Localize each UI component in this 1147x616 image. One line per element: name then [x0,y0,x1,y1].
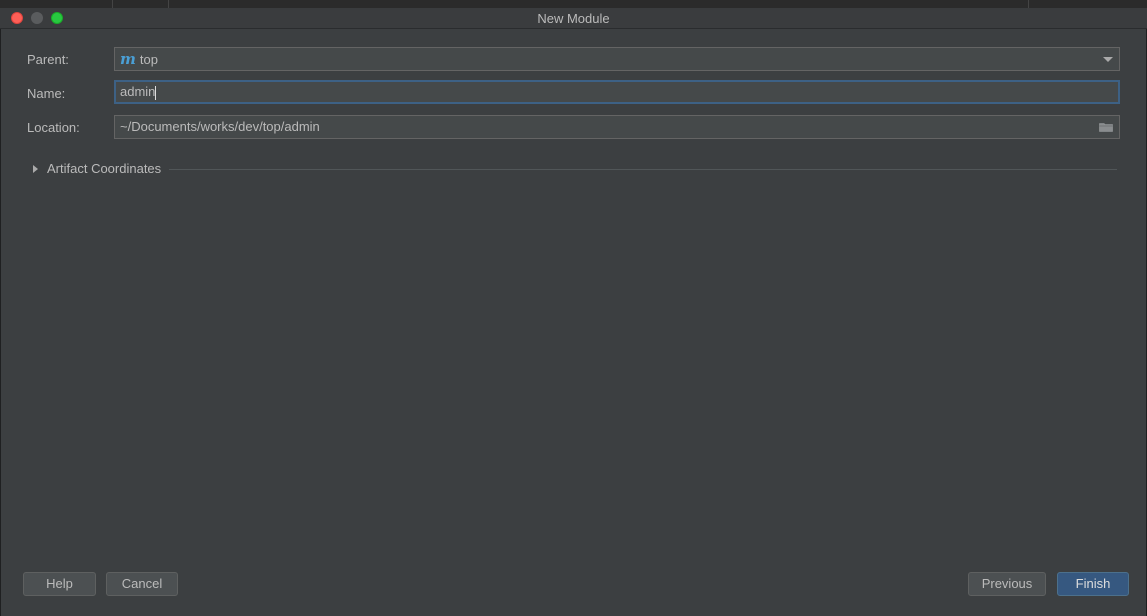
previous-button[interactable]: Previous [968,572,1046,596]
chevron-right-icon[interactable] [33,165,38,173]
finish-button[interactable]: Finish [1057,572,1129,596]
cancel-button[interactable]: Cancel [106,572,178,596]
artifact-coordinates-label[interactable]: Artifact Coordinates [47,161,161,176]
folder-icon[interactable] [1099,122,1113,132]
location-input[interactable]: ~/Documents/works/dev/top/admin [114,115,1120,139]
name-value: admin [120,84,156,99]
background-ide-strip [0,0,1147,8]
name-input[interactable]: admin [114,80,1120,104]
m-module-icon: m [120,50,136,68]
location-value: ~/Documents/works/dev/top/admin [120,119,320,134]
section-divider [169,169,1117,170]
title-bar: New Module [0,8,1147,29]
parent-value: top [139,52,158,67]
text-caret [155,85,157,100]
bg-divider [112,0,113,8]
artifact-coordinates-section[interactable]: Artifact Coordinates [31,161,1117,177]
location-label: Location: [27,120,80,135]
chevron-down-icon[interactable] [1103,57,1113,62]
name-label: Name: [27,86,66,101]
parent-dropdown[interactable]: m top [114,47,1120,71]
bg-divider [1028,0,1029,8]
help-button[interactable]: Help [23,572,96,596]
window-title: New Module [537,11,610,26]
bg-divider [168,0,169,8]
parent-label: Parent: [27,52,69,67]
